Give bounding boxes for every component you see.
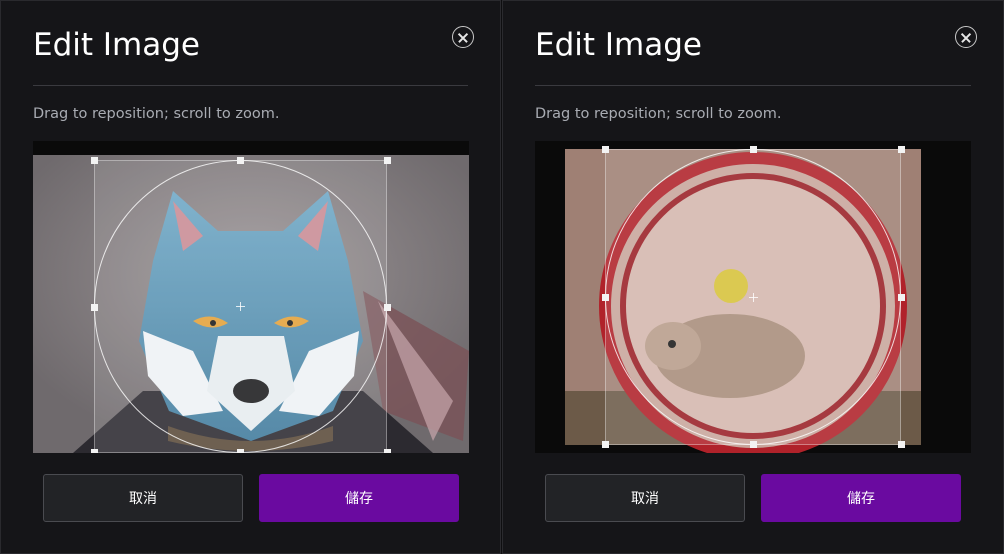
crop-handle-left[interactable] <box>91 304 98 311</box>
edit-image-dialog-left: Edit Image Drag to reposition; scroll to… <box>0 0 501 554</box>
crop-handle-bottom-left[interactable] <box>91 449 98 453</box>
save-button[interactable]: 儲存 <box>259 474 459 522</box>
crop-handle-top[interactable] <box>750 146 757 153</box>
divider <box>33 85 468 86</box>
crop-handle-top-right[interactable] <box>898 146 905 153</box>
close-icon[interactable] <box>452 26 474 48</box>
save-button[interactable]: 儲存 <box>761 474 961 522</box>
instructions-text: Drag to reposition; scroll to zoom. <box>535 106 782 122</box>
crop-handle-bottom-right[interactable] <box>898 441 905 448</box>
image-crop-area[interactable] <box>33 141 469 453</box>
dialog-title: Edit Image <box>535 27 702 63</box>
edit-image-dialog-right: Edit Image Drag to reposition; scroll to… <box>502 0 1004 554</box>
close-icon[interactable] <box>955 26 977 48</box>
crop-handle-top-left[interactable] <box>91 157 98 164</box>
divider <box>535 85 971 86</box>
dialog-title: Edit Image <box>33 27 200 63</box>
image-crop-area[interactable] <box>535 141 971 453</box>
cancel-button[interactable]: 取消 <box>545 474 745 522</box>
crop-handle-top[interactable] <box>237 157 244 164</box>
crop-handle-top-left[interactable] <box>602 146 609 153</box>
instructions-text: Drag to reposition; scroll to zoom. <box>33 106 280 122</box>
crop-handle-top-right[interactable] <box>384 157 391 164</box>
crosshair-icon <box>749 293 758 302</box>
crop-handle-right[interactable] <box>898 294 905 301</box>
cancel-button[interactable]: 取消 <box>43 474 243 522</box>
crop-handle-left[interactable] <box>602 294 609 301</box>
crop-handle-right[interactable] <box>384 304 391 311</box>
crop-handle-bottom[interactable] <box>237 449 244 453</box>
crop-handle-bottom-left[interactable] <box>602 441 609 448</box>
crop-handle-bottom[interactable] <box>750 441 757 448</box>
crop-handle-bottom-right[interactable] <box>384 449 391 453</box>
crosshair-icon <box>236 302 245 311</box>
